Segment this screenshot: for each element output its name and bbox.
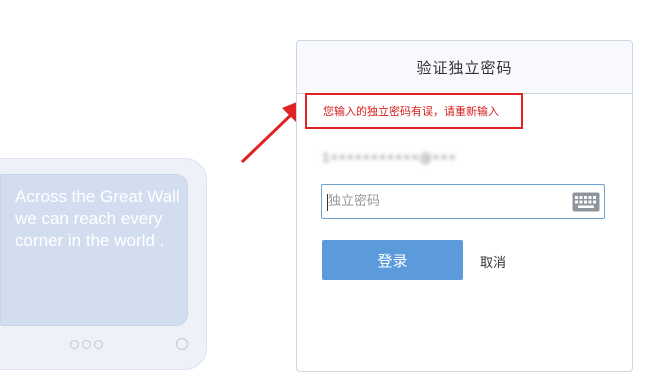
device-dot [70,340,79,349]
device-dot [94,340,103,349]
text-caret [327,194,328,211]
panel-header: 验证独立密码 [297,41,632,94]
error-message-box: 您输入的独立密码有误，请重新输入 [305,93,523,129]
password-input[interactable] [322,185,572,218]
password-field[interactable] [321,184,605,219]
panel-title: 验证独立密码 [416,58,513,77]
keyboard-icon[interactable] [572,192,600,212]
device-dot [82,340,91,349]
device-home-button [176,338,188,350]
illustration-tagline: Across the Great Wall we can reach every… [15,187,180,250]
verify-panel: 验证独立密码 您输入的独立密码有误，请重新输入 1•••••••••••@••• [296,40,633,372]
error-message: 您输入的独立密码有误，请重新输入 [323,105,499,118]
device-dots [70,340,103,349]
login-button[interactable]: 登录 [322,240,463,280]
cancel-link[interactable]: 取消 [480,252,506,271]
account-name: 1•••••••••••@••• [322,151,457,165]
